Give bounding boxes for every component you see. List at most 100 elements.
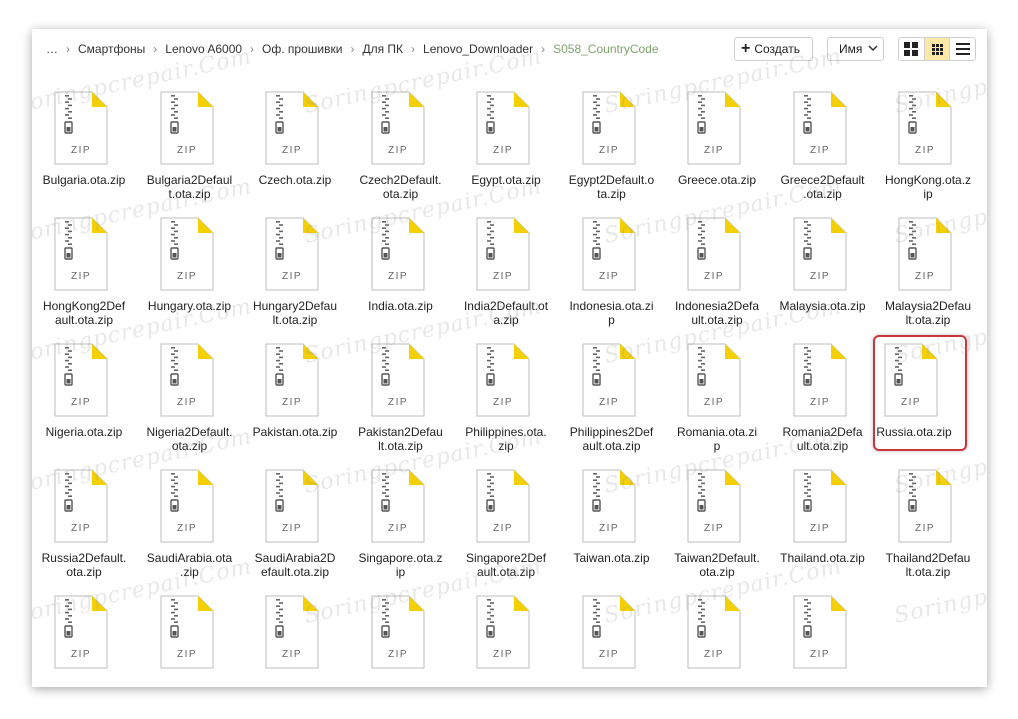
file-name-line: Czech.ota.zip — [258, 173, 332, 187]
file-tile[interactable]: ZIP Singapore.ota.z ip — [349, 469, 453, 589]
file-tile[interactable]: ZIP Thailand.ota.zip — [771, 469, 875, 589]
file-name-line: ault.ota.zip — [476, 565, 536, 579]
create-button[interactable]: + Создать — [734, 37, 813, 61]
file-tile[interactable]: ZIP Philippines.ota. zip — [454, 343, 558, 463]
file-name-line: Taiwan.ota.zip — [573, 551, 650, 565]
file-tile[interactable]: ZIP Philippines2Def ault.ota.zip — [560, 343, 664, 463]
zip-label: ZIP — [598, 145, 618, 156]
zip-label: ZIP — [71, 397, 91, 408]
sort-dropdown[interactable]: Имя — [827, 37, 884, 61]
file-tile[interactable]: ZIP Russia.ota.zip — [873, 335, 980, 463]
zip-file-icon: ZIP — [54, 595, 108, 669]
small-tiles-view-button[interactable] — [924, 38, 951, 60]
zip-label: ZIP — [282, 523, 302, 534]
zip-file-icon: ZIP — [476, 469, 530, 543]
file-name-line: Taiwan2Default. — [674, 551, 760, 565]
zip-file-icon: ZIP — [371, 343, 425, 417]
file-tile[interactable]: ZIP Egypt.ota.zip — [454, 91, 558, 211]
file-name-line: SaudiArabia2D — [254, 551, 336, 565]
zip-file-icon: ZIP — [687, 217, 741, 291]
zip-file-icon: ZIP — [160, 217, 214, 291]
breadcrumb-item-official-firmware[interactable]: Оф. прошивки — [262, 42, 342, 56]
file-tile[interactable]: ZIP Czech2Default. ota.zip — [349, 91, 453, 211]
file-tile[interactable]: ZIP HongKong2Def ault.ota.zip — [32, 217, 136, 337]
zip-file-icon: ZIP — [582, 343, 636, 417]
file-name-line: Thailand2Defau — [885, 551, 971, 565]
plus-icon: + — [741, 40, 751, 57]
file-tile[interactable]: ZIP Pakistan.ota.zip — [243, 343, 347, 463]
file-tile[interactable]: ZIP Czech.ota.zip — [243, 91, 347, 211]
file-tile[interactable]: ZIP Bulgaria2Defaul t.ota.zip — [138, 91, 242, 211]
file-tile[interactable]: ZIP Taiwan.ota.zip — [560, 469, 664, 589]
file-name-line: lt.ota.zip — [905, 565, 951, 579]
file-name: Singapore2Def ault.ota.zip — [454, 551, 558, 579]
file-name-line: HongKong.ota.z — [884, 173, 972, 187]
file-tile[interactable]: ZIP Egypt2Default.o ta.zip — [560, 91, 664, 211]
file-name: Philippines2Def ault.ota.zip — [560, 425, 664, 453]
file-tile[interactable]: ZIP — [665, 595, 769, 687]
file-tile[interactable]: ZIP Romania2Defa ult.ota.zip — [771, 343, 875, 463]
file-tile[interactable]: ZIP Singapore2Def ault.ota.zip — [454, 469, 558, 589]
file-name-line: Pakistan.ota.zip — [252, 425, 338, 439]
breadcrumb-current-folder: S058_CountryCode — [553, 42, 659, 56]
file-tile[interactable]: ZIP Indonesia2Defa ult.ota.zip — [665, 217, 769, 337]
breadcrumb-item-for-pc[interactable]: Для ПК — [362, 42, 403, 56]
file-name-line: efault.ota.zip — [260, 565, 330, 579]
file-name-line: Philippines.ota. — [465, 425, 547, 439]
zip-label: ZIP — [598, 649, 618, 660]
file-tile[interactable]: ZIP Malaysia.ota.zip — [771, 217, 875, 337]
breadcrumb-ellipsis[interactable]: … — [46, 42, 58, 56]
file-tile[interactable]: ZIP — [243, 595, 347, 687]
zip-label: ZIP — [598, 397, 618, 408]
file-tile[interactable]: ZIP HongKong.ota.z ip — [876, 91, 980, 211]
file-tile[interactable]: ZIP — [454, 595, 558, 687]
file-tile[interactable]: ZIP — [138, 595, 242, 687]
file-tile[interactable]: ZIP India2Default.ot a.zip — [454, 217, 558, 337]
file-tile[interactable]: ZIP Hungary.ota.zip — [138, 217, 242, 337]
file-name-line: Philippines2Def — [569, 425, 654, 439]
zip-label: ZIP — [71, 271, 91, 282]
file-tile[interactable]: ZIP Malaysia2Defau lt.ota.zip — [876, 217, 980, 337]
large-tiles-view-button[interactable] — [899, 38, 925, 60]
breadcrumb-item-lenovo-downloader[interactable]: Lenovo_Downloader — [423, 42, 533, 56]
zip-label: ZIP — [176, 649, 196, 660]
file-name: SaudiArabia2D efault.ota.zip — [243, 551, 347, 579]
zip-label: ZIP — [598, 271, 618, 282]
file-tile[interactable]: ZIP Hungary2Defau lt.ota.zip — [243, 217, 347, 337]
zip-file-icon: ZIP — [54, 343, 108, 417]
file-tile[interactable]: ZIP Nigeria.ota.zip — [32, 343, 136, 463]
zip-label: ZIP — [915, 523, 935, 534]
file-tile[interactable]: ZIP Taiwan2Default. ota.zip — [665, 469, 769, 589]
file-tile[interactable]: ZIP Indonesia.ota.zi p — [560, 217, 664, 337]
file-tile[interactable]: ZIP — [32, 595, 136, 687]
breadcrumb-item-smartphones[interactable]: Смартфоны — [78, 42, 145, 56]
zip-file-icon: ZIP — [793, 595, 847, 669]
file-tile[interactable]: ZIP India.ota.zip — [349, 217, 453, 337]
zip-file-icon: ZIP — [265, 595, 319, 669]
file-tile[interactable]: ZIP — [771, 595, 875, 687]
file-tile[interactable]: ZIP Russia2Default. ota.zip — [32, 469, 136, 589]
file-tile[interactable]: ZIP SaudiArabia.ota .zip — [138, 469, 242, 589]
zip-file-icon: ZIP — [898, 469, 952, 543]
breadcrumb-item-lenovo-a6000[interactable]: Lenovo A6000 — [165, 42, 242, 56]
zip-label: ZIP — [704, 145, 724, 156]
file-name-line: lt.ota.zip — [272, 313, 318, 327]
file-name-line: ault.ota.zip — [54, 313, 114, 327]
file-tile[interactable]: ZIP Greece.ota.zip — [665, 91, 769, 211]
zip-file-icon: ZIP — [371, 595, 425, 669]
file-tile[interactable]: ZIP — [560, 595, 664, 687]
zip-file-icon: ZIP — [160, 91, 214, 165]
list-view-button[interactable] — [950, 38, 975, 60]
file-tile[interactable]: ZIP SaudiArabia2D efault.ota.zip — [243, 469, 347, 589]
file-tile[interactable]: ZIP Bulgaria.ota.zip — [32, 91, 136, 211]
file-tile[interactable]: ZIP Romania.ota.zi p — [665, 343, 769, 463]
file-tile[interactable]: ZIP Thailand2Defau lt.ota.zip — [876, 469, 980, 589]
file-tile[interactable]: ZIP — [349, 595, 453, 687]
zip-label: ZIP — [493, 397, 513, 408]
zip-label: ZIP — [704, 649, 724, 660]
file-tile[interactable]: ZIP Greece2Default .ota.zip — [771, 91, 875, 211]
zip-label: ZIP — [493, 271, 513, 282]
zip-label: ZIP — [901, 397, 921, 408]
file-tile[interactable]: ZIP Nigeria2Default. ota.zip — [138, 343, 242, 463]
file-tile[interactable]: ZIP Pakistan2Defau lt.ota.zip — [349, 343, 453, 463]
